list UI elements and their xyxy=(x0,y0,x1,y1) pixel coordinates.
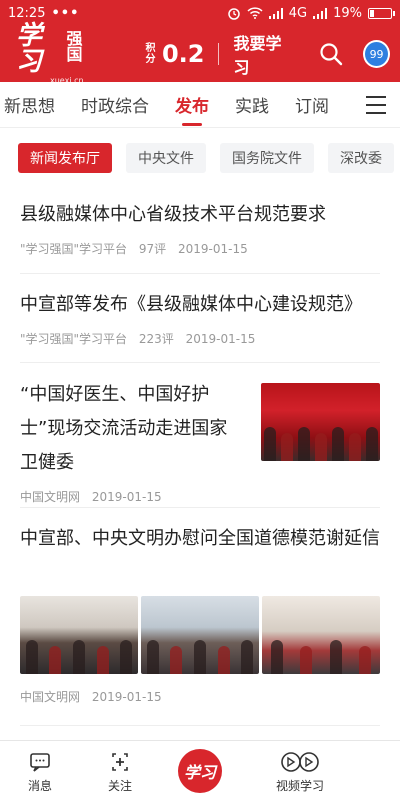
app-logo: 学习 强国 xuexi.cn xyxy=(16,23,97,85)
article-meta: 中国文明网 2019-01-15 xyxy=(20,488,242,505)
points-value: 0.2 xyxy=(161,40,205,68)
article-item[interactable]: “中国好医生、中国好护士”现场交流活动走进国家卫健委 中国文明网 2019-01… xyxy=(20,378,242,505)
status-right: 4G 19% xyxy=(227,5,395,21)
divider xyxy=(20,273,380,274)
study-button[interactable]: 我要学习 xyxy=(233,30,294,78)
article-meta: "学习强国"学习平台 97评 2019-01-15 xyxy=(20,240,380,257)
article-source: 中国文明网 xyxy=(20,690,81,704)
article-item[interactable]: 中宣部等发布《县级融媒体中心建设规范》 "学习强国"学习平台 223评 2019… xyxy=(20,288,380,347)
nav-follow[interactable]: 关注 xyxy=(80,741,160,794)
article-item[interactable]: 中宣部、中央文明办慰问全国道德模范谢延信 xyxy=(20,522,380,556)
article-image-2[interactable] xyxy=(141,596,259,674)
notification-badge[interactable]: 99 xyxy=(363,40,390,68)
article-meta-row: 中国文明网 2019-01-15 xyxy=(20,680,380,705)
tab-practice[interactable]: 实践 xyxy=(235,92,269,117)
sub-tabs: 新闻发布厅 中央文件 国务院文件 深改委 xyxy=(0,138,400,178)
nav-follow-label: 关注 xyxy=(107,779,132,793)
article-meta: 中国文明网 2019-01-15 xyxy=(20,688,380,705)
signal-icon xyxy=(268,7,283,19)
article-date: 2019-01-15 xyxy=(91,490,162,504)
article-comments: 97评 xyxy=(138,242,167,256)
article-date: 2019-01-15 xyxy=(91,690,162,704)
chip-state-council-docs[interactable]: 国务院文件 xyxy=(220,143,314,173)
nav-home[interactable]: 学习 xyxy=(160,741,240,793)
video-icon xyxy=(281,752,319,772)
article-item[interactable]: 县级融媒体中心省级技术平台规范要求 "学习强国"学习平台 97评 2019-01… xyxy=(20,198,380,257)
logo-text: 强国 xyxy=(66,29,83,64)
article-image-3[interactable] xyxy=(262,596,380,674)
nav-messages-label: 消息 xyxy=(27,779,52,793)
article-meta: "学习强国"学习平台 223评 2019-01-15 xyxy=(20,330,380,347)
message-icon xyxy=(30,753,50,772)
nav-messages[interactable]: 消息 xyxy=(0,741,80,794)
article-image-1[interactable] xyxy=(20,596,138,674)
alarm-icon xyxy=(227,6,241,20)
chip-central-docs[interactable]: 中央文件 xyxy=(126,143,206,173)
article-date: 2019-01-15 xyxy=(177,242,248,256)
menu-icon[interactable] xyxy=(366,96,386,114)
center-logo: 学习 xyxy=(178,749,222,793)
points-display[interactable]: 积分 0.2 xyxy=(145,40,205,68)
battery-icon xyxy=(368,7,395,19)
article-source: "学习强国"学习平台 xyxy=(20,242,128,256)
tab-new-thought[interactable]: 新思想 xyxy=(4,92,55,117)
article-title: “中国好医生、中国好护士”现场交流活动走进国家卫健委 xyxy=(20,384,228,473)
channel-tabs: 新思想 时政综合 发布 实践 订阅 xyxy=(0,82,400,128)
notification-dots: ••• xyxy=(51,5,80,21)
battery-percent: 19% xyxy=(333,5,362,21)
app-header: 学习 强国 xuexi.cn 积分 0.2 我要学习 99 xyxy=(0,23,400,85)
article-title: 县级融媒体中心省级技术平台规范要求 xyxy=(20,204,326,225)
divider xyxy=(20,362,380,363)
chip-press-hall[interactable]: 新闻发布厅 xyxy=(18,143,112,173)
article-comments: 223评 xyxy=(138,332,174,346)
wifi-icon xyxy=(247,7,263,19)
article-source: 中国文明网 xyxy=(20,490,81,504)
header-divider xyxy=(218,43,220,65)
tab-release[interactable]: 发布 xyxy=(175,92,209,117)
network-type: 4G xyxy=(288,5,308,21)
points-label: 积分 xyxy=(145,43,156,65)
chip-reform-committee[interactable]: 深改委 xyxy=(328,143,394,173)
search-icon[interactable] xyxy=(318,41,343,67)
status-time: 12:25 xyxy=(8,5,46,21)
follow-icon xyxy=(112,753,128,771)
article-thumbnail[interactable] xyxy=(261,383,380,461)
nav-video[interactable]: 视频学习 xyxy=(240,741,360,794)
article-title: 中宣部、中央文明办慰问全国道德模范谢延信 xyxy=(20,528,380,549)
article-title: 中宣部等发布《县级融媒体中心建设规范》 xyxy=(20,294,362,315)
tab-subscribe[interactable]: 订阅 xyxy=(295,92,329,117)
article-source: "学习强国"学习平台 xyxy=(20,332,128,346)
article-date: 2019-01-15 xyxy=(185,332,256,346)
nav-video-label: 视频学习 xyxy=(275,779,324,793)
bottom-nav: 消息 关注 学习 视频学习 xyxy=(0,740,400,800)
divider xyxy=(20,725,380,726)
divider xyxy=(20,507,380,508)
logo-script: 学习 xyxy=(16,21,43,77)
signal-icon-2 xyxy=(313,7,328,19)
tab-politics[interactable]: 时政综合 xyxy=(81,92,149,117)
